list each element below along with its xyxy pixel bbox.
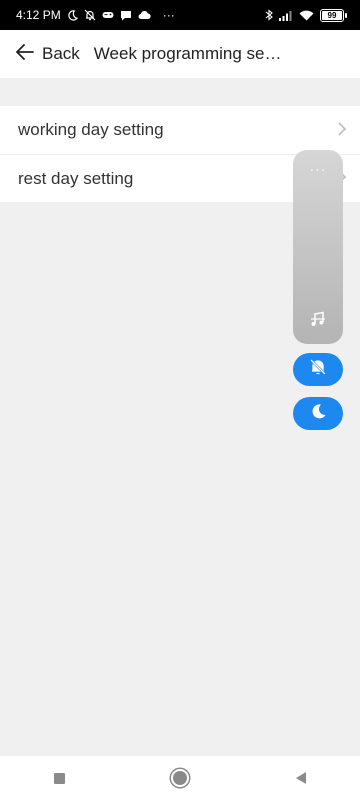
moon-icon (310, 403, 327, 425)
page-title: Week programming se… (93, 44, 282, 63)
do-not-disturb-button[interactable] (293, 397, 343, 430)
chat-icon (120, 10, 132, 21)
back-label: Back (42, 44, 80, 63)
system-nav-bar (0, 756, 360, 800)
music-off-icon[interactable] (310, 311, 326, 332)
arrow-left-icon (16, 43, 34, 65)
back-button[interactable]: Back (16, 43, 80, 65)
status-bar: 4:12 PM ··· 99 (0, 0, 360, 30)
list-item-working-day[interactable]: working day setting (0, 106, 360, 154)
bluetooth-icon (265, 9, 273, 21)
list-item-label: rest day setting (18, 168, 134, 188)
app-bar: Back Week programming se… (0, 30, 360, 78)
recent-apps-icon[interactable] (54, 772, 66, 784)
silent-alarm-icon (84, 9, 96, 21)
battery-percentage: 99 (327, 10, 337, 20)
list-item-label: working day setting (18, 120, 164, 139)
wifi-icon (299, 10, 314, 21)
bell-off-icon (309, 358, 327, 381)
volume-panel[interactable]: ··· (293, 150, 343, 344)
chevron-right-icon (338, 120, 347, 141)
signal-icon (279, 10, 293, 21)
status-time: 4:12 PM (16, 8, 61, 22)
back-icon[interactable] (295, 772, 306, 784)
cloud-icon (138, 10, 151, 20)
panel-menu-dots[interactable]: ··· (310, 162, 327, 176)
mute-notifications-button[interactable] (293, 353, 343, 386)
battery-icon: 99 (320, 8, 347, 22)
game-controller-icon (102, 10, 114, 20)
home-icon[interactable] (173, 771, 188, 785)
more-notifications-indicator: ··· (162, 8, 175, 22)
moon-icon (67, 9, 78, 21)
